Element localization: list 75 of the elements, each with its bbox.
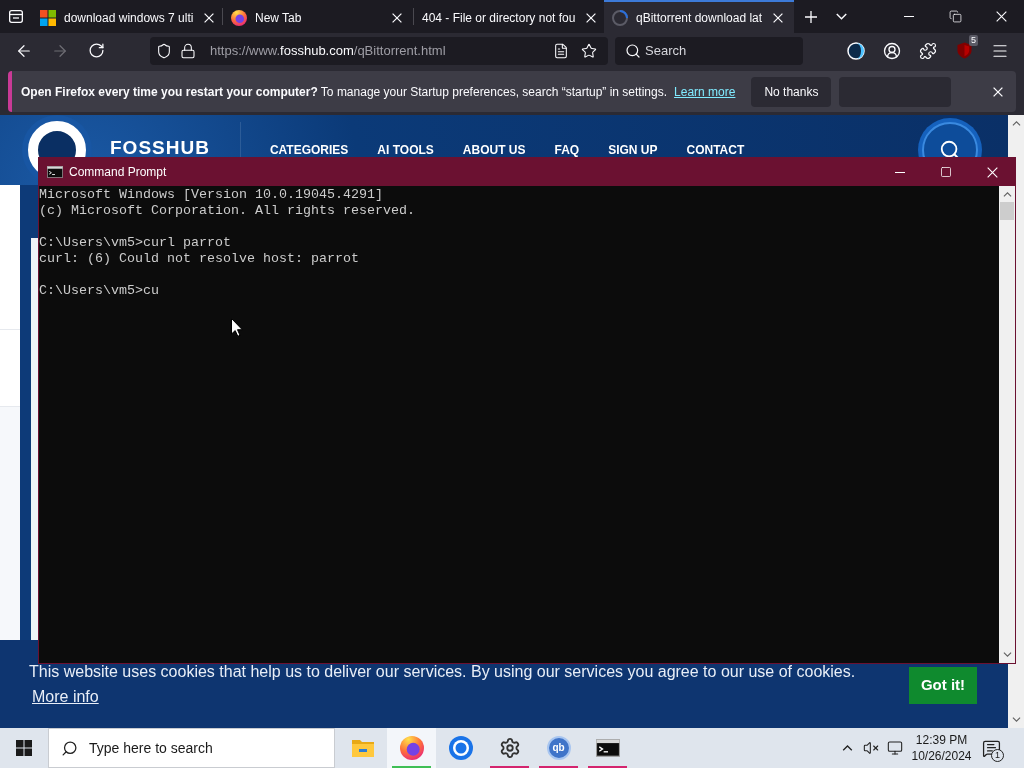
chevron-up-icon <box>1002 192 1012 197</box>
more-info-link[interactable]: More info <box>32 688 99 706</box>
got-it-button[interactable]: Got it! <box>909 667 977 704</box>
no-thanks-button[interactable]: No thanks <box>751 76 832 107</box>
puzzle-icon <box>919 41 937 60</box>
folder-icon <box>350 739 375 757</box>
terminal-icon <box>595 739 620 757</box>
close-icon <box>995 11 1007 22</box>
console-line: Microsoft Windows [Version 10.0.19045.4291] <box>39 187 383 203</box>
taskbar-app-button[interactable]: qb <box>534 728 583 768</box>
chevron-down-icon <box>1011 717 1021 722</box>
chevron-down-icon <box>835 13 847 20</box>
tab-view-icon <box>9 10 23 23</box>
clock-button[interactable]: 12:39 PM 10/26/2024 <box>907 728 976 768</box>
nav-link[interactable]: CONTACT <box>686 143 745 157</box>
muted-speaker-icon <box>862 740 879 756</box>
taskbar-search-field[interactable]: Type here to search <box>48 728 335 768</box>
console-line: curl: (6) Could not resolve host: parrot <box>39 251 359 267</box>
browser-tab[interactable]: qBittorrent download lat <box>604 0 794 33</box>
close-icon <box>986 166 998 178</box>
learn-more-link[interactable]: Learn more <box>674 82 736 101</box>
app-logo: qb <box>546 736 571 760</box>
nav-link[interactable]: FAQ <box>554 143 580 157</box>
minimize-icon <box>895 171 905 173</box>
plus-icon <box>805 10 817 23</box>
terminal-icon <box>47 166 63 178</box>
reader-view-icon <box>553 42 569 59</box>
lock-icon <box>180 42 196 59</box>
monitor-icon <box>886 740 903 756</box>
site-logo-text: FOSSHUB <box>110 138 210 158</box>
ring-icon <box>448 736 473 760</box>
reload-icon <box>87 42 105 59</box>
minimize-icon <box>904 16 914 17</box>
close-icon <box>586 12 597 23</box>
notification-message: Open Firefox every time you restart your computer? To manage your Startup preferences, search “startup” in settings. <box>21 83 668 101</box>
mouse-pointer-icon <box>231 318 243 337</box>
chevron-up-icon <box>1011 121 1021 126</box>
console-line: C:\Users\vm5>curl parrot <box>39 235 231 251</box>
close-icon <box>773 12 784 23</box>
four-panes-icon <box>16 740 32 756</box>
chevron-down-icon <box>1002 652 1012 657</box>
account-icon <box>883 41 901 60</box>
action-center-button[interactable]: 1 <box>976 728 1006 768</box>
settings-icon <box>498 737 521 759</box>
extension-badge: 5 <box>969 34 978 46</box>
console-line: C:\Users\vm5>cu <box>39 283 159 299</box>
notification-count: 1 <box>991 749 1004 762</box>
bookmark-star-icon <box>581 42 597 59</box>
loading-ring-icon <box>612 9 628 26</box>
search-field[interactable]: Search <box>615 36 803 65</box>
message-icon <box>981 738 1001 758</box>
scrollbar-thumb[interactable] <box>1000 202 1014 220</box>
search-icon <box>61 739 78 757</box>
browser-logo-icon <box>231 9 247 26</box>
nav-link[interactable]: AI TOOLS <box>377 143 434 157</box>
contrast-circle-icon <box>847 41 865 60</box>
chevron-up-icon <box>841 745 853 751</box>
close-icon <box>392 12 402 23</box>
cookie-message: This website uses cookies that help us to deliver our services. By using our services you agree to our use of cookies. <box>29 664 856 680</box>
nav-link[interactable]: CATEGORIES <box>269 143 349 157</box>
window-title: Command Prompt <box>69 164 167 181</box>
extension-button[interactable]: 5 <box>948 34 980 67</box>
console-line: (c) Microsoft Corporation. All rights reserved. <box>39 203 415 219</box>
nav-link[interactable]: ABOUT US <box>462 143 526 157</box>
nav-link[interactable]: SIGN UP <box>608 143 658 157</box>
maximize-icon <box>940 166 952 178</box>
search-icon <box>625 42 641 59</box>
address-bar[interactable]: https://www.fosshub.com/qBittorrent.html <box>150 36 608 65</box>
restore-icon <box>948 10 962 23</box>
shield-icon <box>156 42 172 59</box>
extension-shield-icon <box>956 42 972 59</box>
close-icon <box>993 86 1003 97</box>
four-squares-icon <box>40 9 56 26</box>
browser-logo-icon <box>399 736 424 760</box>
close-icon <box>204 12 215 23</box>
